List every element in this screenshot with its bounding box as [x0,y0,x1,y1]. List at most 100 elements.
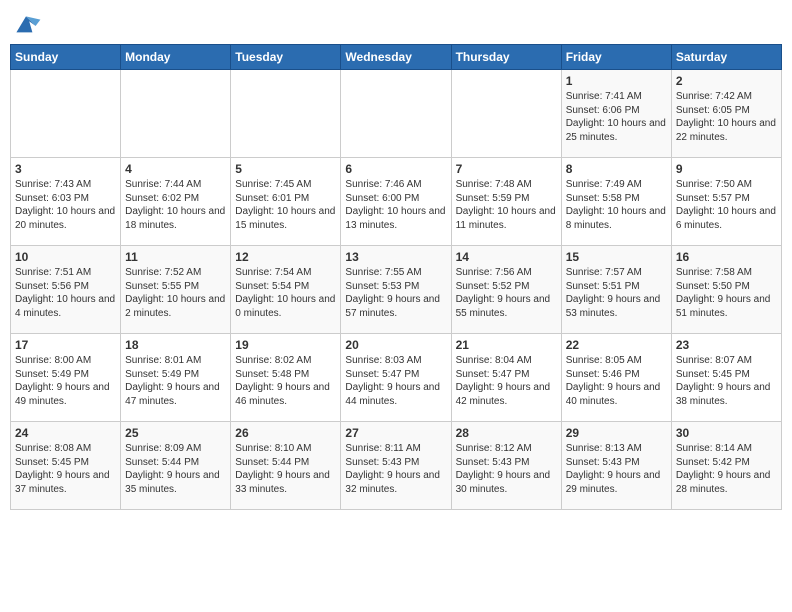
calendar-cell: 29Sunrise: 8:13 AM Sunset: 5:43 PM Dayli… [561,422,671,510]
day-number: 17 [15,338,116,352]
calendar-cell: 24 Sunrise: 8:08 AM Sunset: 5:45 PM Dayli… [11,422,121,510]
calendar-week-row: 17 Sunrise: 8:00 AM Sunset: 5:49 PM Dayli… [11,334,782,422]
day-number: 4 [125,162,226,176]
calendar-cell: 25 Sunrise: 8:09 AM Sunset: 5:44 PM Dayli… [121,422,231,510]
calendar-cell [341,70,451,158]
calendar-cell: 27 Sunrise: 8:11 AM Sunset: 5:43 PM Dayli… [341,422,451,510]
day-number: 25 [125,426,226,440]
day-number: 16 [676,250,777,264]
day-info: Sunrise: 8:12 AM Sunset: 5:43 PM Dayligh… [456,442,557,496]
day-info: Sunrise: 7:49 AM Sunset: 5:58 PM Dayligh… [566,178,667,232]
day-number: 13 [345,250,446,264]
day-number: 23 [676,338,777,352]
weekday-header-monday: Monday [121,45,231,70]
calendar-cell: 19 Sunrise: 8:02 AM Sunset: 5:48 PM Dayli… [231,334,341,422]
calendar-cell: 16 Sunrise: 7:58 AM Sunset: 5:50 PM Dayli… [671,246,781,334]
calendar-cell: 3 Sunrise: 7:43 AM Sunset: 6:03 PM Daylig… [11,158,121,246]
calendar-cell: 7 Sunrise: 7:48 AM Sunset: 5:59 PM Daylig… [451,158,561,246]
day-number: 21 [456,338,557,352]
calendar-cell [11,70,121,158]
weekday-header-row: SundayMondayTuesdayWednesdayThursdayFrid… [11,45,782,70]
calendar-cell: 6 Sunrise: 7:46 AM Sunset: 6:00 PM Daylig… [341,158,451,246]
day-info: Sunrise: 7:56 AM Sunset: 5:52 PM Dayligh… [456,266,557,320]
day-info: Sunrise: 8:04 AM Sunset: 5:47 PM Dayligh… [456,354,557,408]
day-number: 3 [15,162,116,176]
day-info: Sunrise: 7:58 AM Sunset: 5:50 PM Dayligh… [676,266,777,320]
day-info: Sunrise: 7:51 AM Sunset: 5:56 PM Dayligh… [15,266,116,320]
day-info: Sunrise: 7:41 AM Sunset: 6:06 PM Dayligh… [566,90,667,144]
calendar-cell: 8 Sunrise: 7:49 AM Sunset: 5:58 PM Daylig… [561,158,671,246]
day-info: Sunrise: 8:11 AM Sunset: 5:43 PM Dayligh… [345,442,446,496]
calendar-table: SundayMondayTuesdayWednesdayThursdayFrid… [10,44,782,510]
calendar-cell: 13Sunrise: 7:55 AM Sunset: 5:53 PM Dayli… [341,246,451,334]
weekday-header-friday: Friday [561,45,671,70]
day-info: Sunrise: 8:00 AM Sunset: 5:49 PM Dayligh… [15,354,116,408]
day-number: 26 [235,426,336,440]
calendar-cell: 1 Sunrise: 7:41 AM Sunset: 6:06 PM Daylig… [561,70,671,158]
day-info: Sunrise: 7:42 AM Sunset: 6:05 PM Dayligh… [676,90,777,144]
day-number: 30 [676,426,777,440]
calendar-cell: 10 Sunrise: 7:51 AM Sunset: 5:56 PM Dayli… [11,246,121,334]
day-number: 7 [456,162,557,176]
calendar-cell: 26 Sunrise: 8:10 AM Sunset: 5:44 PM Dayli… [231,422,341,510]
calendar-cell [231,70,341,158]
day-number: 20 [345,338,446,352]
day-info: Sunrise: 8:07 AM Sunset: 5:45 PM Dayligh… [676,354,777,408]
day-number: 29 [566,426,667,440]
day-info: Sunrise: 8:09 AM Sunset: 5:44 PM Dayligh… [125,442,226,496]
day-info: Sunrise: 8:01 AM Sunset: 5:49 PM Dayligh… [125,354,226,408]
day-number: 15 [566,250,667,264]
day-number: 6 [345,162,446,176]
calendar-week-row: 24 Sunrise: 8:08 AM Sunset: 5:45 PM Dayli… [11,422,782,510]
calendar-cell: 22 Sunrise: 8:05 AM Sunset: 5:46 PM Dayli… [561,334,671,422]
calendar-cell: 20 Sunrise: 8:03 AM Sunset: 5:47 PM Dayli… [341,334,451,422]
day-number: 27 [345,426,446,440]
day-number: 24 [15,426,116,440]
calendar-cell: 4Sunrise: 7:44 AM Sunset: 6:02 PM Daylig… [121,158,231,246]
logo-icon [10,10,42,38]
day-number: 1 [566,74,667,88]
day-number: 10 [15,250,116,264]
logo [10,10,46,38]
weekday-header-tuesday: Tuesday [231,45,341,70]
calendar-cell: 30 Sunrise: 8:14 AM Sunset: 5:42 PM Dayli… [671,422,781,510]
calendar-cell: 2 Sunrise: 7:42 AM Sunset: 6:05 PM Daylig… [671,70,781,158]
calendar-cell: 11 Sunrise: 7:52 AM Sunset: 5:55 PM Dayli… [121,246,231,334]
day-info: Sunrise: 8:05 AM Sunset: 5:46 PM Dayligh… [566,354,667,408]
weekday-header-saturday: Saturday [671,45,781,70]
day-info: Sunrise: 8:02 AM Sunset: 5:48 PM Dayligh… [235,354,336,408]
day-number: 2 [676,74,777,88]
day-info: Sunrise: 8:14 AM Sunset: 5:42 PM Dayligh… [676,442,777,496]
calendar-cell: 15Sunrise: 7:57 AM Sunset: 5:51 PM Dayli… [561,246,671,334]
day-info: Sunrise: 8:08 AM Sunset: 5:45 PM Dayligh… [15,442,116,496]
calendar-cell: 21 Sunrise: 8:04 AM Sunset: 5:47 PM Dayli… [451,334,561,422]
day-number: 18 [125,338,226,352]
day-number: 22 [566,338,667,352]
calendar-cell: 23 Sunrise: 8:07 AM Sunset: 5:45 PM Dayli… [671,334,781,422]
calendar-week-row: 3 Sunrise: 7:43 AM Sunset: 6:03 PM Daylig… [11,158,782,246]
page-header [10,10,782,38]
weekday-header-thursday: Thursday [451,45,561,70]
day-info: Sunrise: 7:48 AM Sunset: 5:59 PM Dayligh… [456,178,557,232]
weekday-header-sunday: Sunday [11,45,121,70]
day-number: 12 [235,250,336,264]
day-info: Sunrise: 7:46 AM Sunset: 6:00 PM Dayligh… [345,178,446,232]
day-info: Sunrise: 7:52 AM Sunset: 5:55 PM Dayligh… [125,266,226,320]
day-number: 9 [676,162,777,176]
day-info: Sunrise: 7:43 AM Sunset: 6:03 PM Dayligh… [15,178,116,232]
calendar-cell: 17 Sunrise: 8:00 AM Sunset: 5:49 PM Dayli… [11,334,121,422]
calendar-week-row: 1 Sunrise: 7:41 AM Sunset: 6:06 PM Daylig… [11,70,782,158]
day-number: 11 [125,250,226,264]
calendar-cell: 12 Sunrise: 7:54 AM Sunset: 5:54 PM Dayli… [231,246,341,334]
day-info: Sunrise: 8:10 AM Sunset: 5:44 PM Dayligh… [235,442,336,496]
day-number: 19 [235,338,336,352]
weekday-header-wednesday: Wednesday [341,45,451,70]
day-info: Sunrise: 7:45 AM Sunset: 6:01 PM Dayligh… [235,178,336,232]
day-info: Sunrise: 7:54 AM Sunset: 5:54 PM Dayligh… [235,266,336,320]
day-number: 8 [566,162,667,176]
day-number: 14 [456,250,557,264]
day-info: Sunrise: 7:50 AM Sunset: 5:57 PM Dayligh… [676,178,777,232]
day-number: 28 [456,426,557,440]
day-info: Sunrise: 8:03 AM Sunset: 5:47 PM Dayligh… [345,354,446,408]
calendar-week-row: 10 Sunrise: 7:51 AM Sunset: 5:56 PM Dayli… [11,246,782,334]
